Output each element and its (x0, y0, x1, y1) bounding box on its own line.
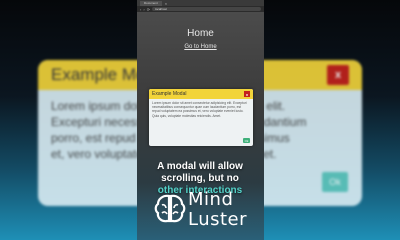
modal-header: Example Modal x (149, 89, 253, 99)
reload-icon[interactable]: ⟳ (147, 7, 150, 12)
background-modal-ok-button: Ok (322, 172, 348, 192)
modal-body: Lorem ipsum dolor sit amet consectetur a… (152, 101, 247, 118)
mindluster-brand: Mind Luster (154, 190, 264, 236)
example-modal: Example Modal x Lorem ipsum dolor sit am… (149, 89, 253, 146)
page-title: Home (187, 28, 214, 39)
url-input[interactable]: localhost (152, 7, 261, 11)
caption-line: A modal will allow (157, 161, 243, 172)
browser-tab[interactable]: Document (140, 0, 162, 6)
caption-line: scrolling, but no (161, 173, 239, 184)
brand-line: Mind (188, 189, 234, 210)
modal-title: Example Modal (152, 91, 187, 97)
close-icon[interactable]: x (244, 91, 250, 97)
brand-line: Luster (188, 209, 248, 230)
back-icon[interactable]: ‹ (140, 7, 141, 12)
background-modal-close-icon: x (327, 65, 349, 85)
tab-close-icon[interactable]: × (165, 1, 167, 6)
brain-logo-icon (154, 194, 186, 223)
go-to-home-link[interactable]: Go to Home (137, 44, 264, 50)
brand-name: Mind Luster (188, 190, 247, 230)
forward-icon[interactable]: › (143, 7, 144, 12)
ok-button[interactable]: Ok (243, 138, 250, 143)
